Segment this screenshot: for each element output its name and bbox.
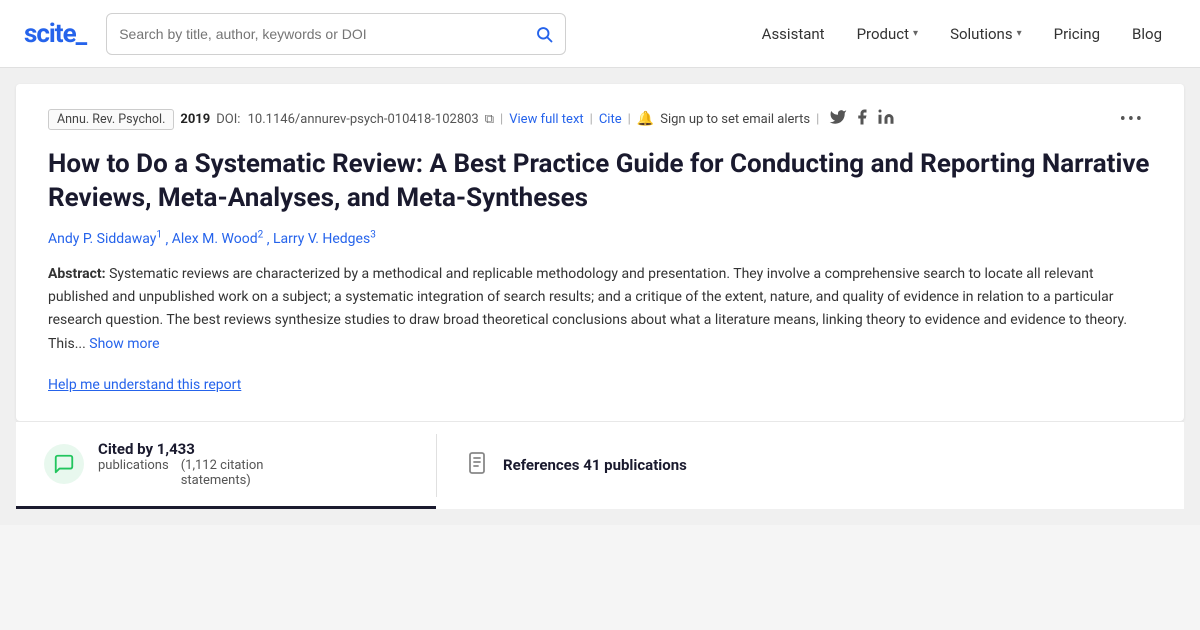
paper-title: How to Do a Systematic Review: A Best Pr… [48,148,1152,216]
doi-label: DOI: 10.1146/annurev-psych-010418-102803 [216,112,479,127]
nav-product[interactable]: Product ▾ [843,17,932,51]
twitter-icon[interactable] [829,108,847,130]
authors[interactable]: Andy P. Siddaway1 , Alex M. Wood2 , Larr… [48,230,1152,248]
abstract: Abstract: Systematic reviews are charact… [48,263,1152,355]
search-bar [106,13,566,55]
journal-badge: Annu. Rev. Psychol. [48,109,174,130]
navbar: scite_ Assistant Product ▾ Solutions ▾ P… [0,0,1200,68]
bell-icon: 🔔 [637,111,654,127]
author-1[interactable]: Andy P. Siddaway1 [48,231,166,247]
view-full-text-link[interactable]: View full text [509,112,583,127]
nav-pricing[interactable]: Pricing [1040,17,1114,51]
stats-bar: Cited by 1,433 publications (1,112 citat… [16,421,1184,509]
paper-year: 2019 [180,112,210,127]
search-input[interactable] [119,26,535,42]
alert-text[interactable]: Sign up to set email alerts [660,112,810,127]
logo[interactable]: scite_ [24,19,86,49]
nav-blog[interactable]: Blog [1118,17,1176,51]
paper-card: Annu. Rev. Psychol. 2019 DOI: 10.1146/an… [16,84,1184,421]
show-more-link[interactable]: Show more [89,336,159,352]
references-card[interactable]: References 41 publications [437,422,1184,509]
social-icons [829,108,895,130]
references-label: References 41 publications [503,456,687,474]
nav-links: Assistant Product ▾ Solutions ▾ Pricing … [748,17,1176,51]
nav-assistant[interactable]: Assistant [748,17,839,51]
meta-line: Annu. Rev. Psychol. 2019 DOI: 10.1146/an… [48,108,1152,130]
author-2[interactable]: Alex M. Wood2 [172,231,267,247]
search-icon [535,25,553,43]
chevron-down-icon: ▾ [1017,28,1022,39]
chevron-down-icon: ▾ [913,28,918,39]
author-3[interactable]: Larry V. Hedges3 [273,231,376,247]
cited-by-card[interactable]: Cited by 1,433 publications (1,112 citat… [16,422,436,509]
cited-by-text: Cited by 1,433 publications (1,112 citat… [98,440,263,488]
content-wrapper: Annu. Rev. Psychol. 2019 DOI: 10.1146/an… [0,68,1200,525]
cited-by-icon [44,444,84,484]
linkedin-icon[interactable] [877,108,895,130]
copy-icon[interactable]: ⧉ [485,112,494,127]
more-options-button[interactable]: ••• [1112,109,1152,130]
help-understand-link[interactable]: Help me understand this report [48,377,241,393]
facebook-icon[interactable] [853,108,871,130]
nav-solutions[interactable]: Solutions ▾ [936,17,1036,51]
cite-link[interactable]: Cite [599,112,622,127]
references-icon [465,451,489,480]
